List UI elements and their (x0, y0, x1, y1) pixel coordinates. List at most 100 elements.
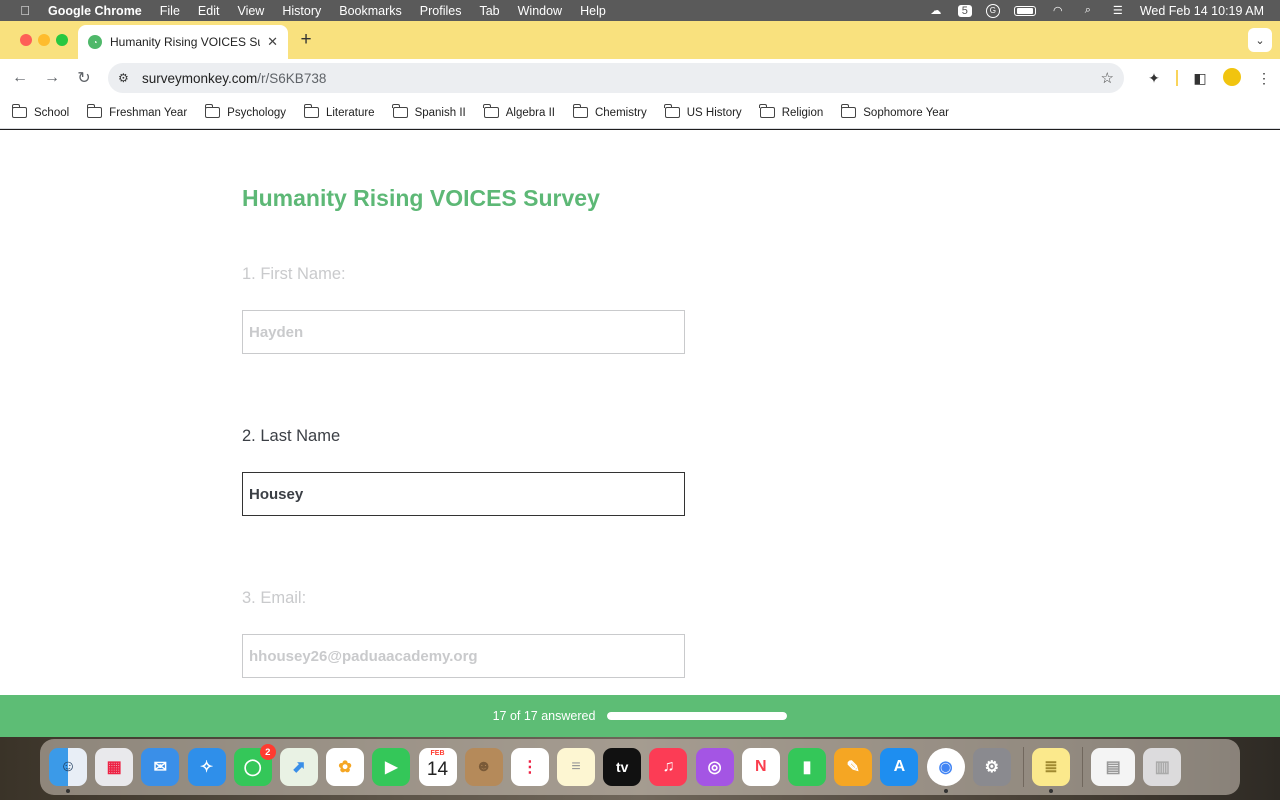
music-icon[interactable]: ♫ (649, 748, 688, 786)
toolbar-divider (1176, 70, 1178, 86)
tab-search-chevron-icon[interactable]: ⌄ (1248, 28, 1272, 52)
bookmark-spanish-ii[interactable]: Spanish II (392, 104, 466, 119)
survey-title: Humanity Rising VOICES Survey (242, 185, 600, 211)
menu-bookmarks[interactable]: Bookmarks (330, 4, 411, 18)
news-icon[interactable]: N (741, 748, 780, 786)
chrome-window-thumbnail-icon[interactable]: ▤ (1091, 748, 1136, 786)
bookmark-label: Literature (325, 106, 375, 119)
menu-view[interactable]: View (228, 4, 273, 18)
avatar (1223, 67, 1241, 86)
dock-divider (1022, 747, 1024, 787)
stickies-icon[interactable]: ≣ (1031, 748, 1070, 793)
fullscreen-window-button[interactable] (56, 34, 68, 46)
five-app-icon[interactable]: 5 (957, 4, 972, 17)
control-center-icon[interactable]: ☰ (1110, 5, 1126, 17)
menu-history[interactable]: History (273, 4, 330, 18)
bookmark-label: Spanish II (414, 106, 466, 119)
extensions-puzzle-icon[interactable]: ✦ (1138, 70, 1170, 87)
system-settings-gear-icon[interactable]: ⚙ (972, 748, 1011, 786)
progress-fill (607, 712, 788, 720)
menu-app-name[interactable]: Google Chrome (36, 4, 151, 18)
grammarly-icon[interactable]: G (985, 3, 1000, 18)
facetime-icon[interactable]: ▶ (372, 748, 411, 786)
back-arrow-icon[interactable]: ← (4, 62, 36, 94)
maps-icon[interactable]: ⬈ (279, 748, 318, 786)
menu-profiles[interactable]: Profiles (411, 4, 471, 18)
menu-window[interactable]: Window (509, 4, 571, 18)
bookmark-school[interactable]: School (11, 104, 69, 119)
close-window-button[interactable] (20, 34, 32, 46)
messages-icon[interactable]: ◯ 2 (233, 744, 276, 786)
launchpad-icon[interactable]: ▦ (95, 748, 134, 786)
reminders-icon[interactable]: ⋮ (510, 748, 549, 786)
calendar-icon[interactable]: FEB 14 (418, 748, 457, 786)
folder-icon (483, 104, 499, 118)
bookmark-label: Algebra II (505, 106, 555, 119)
folder-icon (664, 104, 680, 118)
new-tab-button[interactable]: + (296, 29, 316, 51)
survey-page: Humanity Rising VOICES Survey 1. First N… (0, 130, 1280, 695)
trash-icon[interactable]: ▥ (1143, 748, 1182, 786)
safari-icon[interactable]: ✧ (187, 748, 226, 786)
battery-icon[interactable] (1013, 5, 1036, 16)
site-info-tune-icon[interactable]: ⚙ (118, 71, 134, 85)
messages-badge: 2 (259, 744, 276, 760)
menubar-clock[interactable]: Wed Feb 14 10:19 AM (1140, 4, 1264, 18)
bookmark-label: US History (686, 106, 742, 119)
numbers-icon[interactable]: ▮ (788, 748, 826, 786)
tab-surveymonkey[interactable]: ◔ Humanity Rising VOICES Surv ✕ (78, 25, 288, 59)
running-indicator (66, 789, 70, 793)
bookmark-label: Chemistry (594, 106, 647, 119)
wifi-icon[interactable]: ◠ (1050, 5, 1066, 17)
bookmark-us-history[interactable]: US History (664, 104, 742, 119)
chrome-toolbar: ← → ↻ ⚙ surveymonkey.com/r/S6KB738 ☆ ✦ ◧… (0, 59, 1280, 97)
bookmark-literature[interactable]: Literature (303, 104, 375, 119)
podcasts-icon[interactable]: ◎ (695, 748, 734, 786)
spotlight-search-icon[interactable]: ⌕ (1080, 4, 1096, 17)
bookmark-label: Psychology (227, 106, 286, 119)
forward-arrow-icon[interactable]: → (36, 62, 68, 94)
running-indicator (1048, 789, 1053, 793)
apple-menu-icon[interactable]:  (14, 3, 36, 18)
finder-icon[interactable]: ☺ (49, 748, 87, 793)
macos-menubar:  Google Chrome File Edit View History B… (0, 0, 1280, 21)
chrome-icon[interactable]: ◉ (926, 748, 965, 793)
folder-icon (303, 104, 319, 118)
survey-progress-footer: 17 of 17 answered (0, 695, 1280, 737)
minimize-window-button[interactable] (38, 34, 50, 46)
calendar-month: FEB (430, 750, 445, 757)
cloud-sync-icon[interactable]: ☁ (928, 5, 944, 17)
menubar-status-area: ☁ 5 G ◠ ⌕ ☰ Wed Feb 14 10:19 AM (928, 3, 1280, 18)
mail-icon[interactable]: ✉ (141, 748, 180, 786)
bookmark-algebra-ii[interactable]: Algebra II (483, 104, 555, 119)
menu-file[interactable]: File (151, 4, 189, 18)
bookmark-star-icon[interactable]: ☆ (1101, 69, 1114, 87)
address-url[interactable]: surveymonkey.com/r/S6KB738 (142, 71, 326, 86)
notes-icon[interactable]: ≡ (557, 748, 596, 786)
bookmark-sophomore-year[interactable]: Sophomore Year (840, 104, 949, 119)
menu-help[interactable]: Help (571, 4, 615, 18)
app-store-icon[interactable]: A (880, 748, 919, 786)
email-input[interactable]: hhousey26@paduaacademy.org (242, 634, 685, 678)
bookmark-psychology[interactable]: Psychology (204, 104, 286, 119)
contacts-icon[interactable]: ☻ (464, 748, 503, 786)
last-name-input[interactable]: Housey (242, 472, 685, 516)
chrome-menu-kebab-icon[interactable]: ⋮ (1248, 70, 1280, 87)
progress-text: 17 of 17 answered (492, 709, 596, 723)
tab-title: Humanity Rising VOICES Surv (110, 35, 260, 49)
bookmark-chemistry[interactable]: Chemistry (572, 104, 647, 119)
side-panel-icon[interactable]: ◧ (1184, 70, 1216, 87)
first-name-input[interactable]: Hayden (242, 310, 685, 354)
pages-icon[interactable]: ✎ (834, 748, 873, 786)
profile-avatar[interactable] (1216, 67, 1248, 89)
photos-icon[interactable]: ✿ (326, 748, 365, 786)
bookmark-religion[interactable]: Religion (759, 104, 823, 119)
address-bar[interactable]: ⚙ surveymonkey.com/r/S6KB738 ☆ (108, 63, 1124, 93)
reload-icon[interactable]: ↻ (68, 62, 100, 94)
folder-icon (840, 104, 857, 118)
bookmark-freshman-year[interactable]: Freshman Year (86, 104, 187, 119)
apple-tv-icon[interactable]: tv (603, 748, 642, 786)
menu-tab[interactable]: Tab (470, 4, 508, 18)
menu-edit[interactable]: Edit (189, 4, 229, 18)
tab-close-icon[interactable]: ✕ (267, 34, 278, 50)
